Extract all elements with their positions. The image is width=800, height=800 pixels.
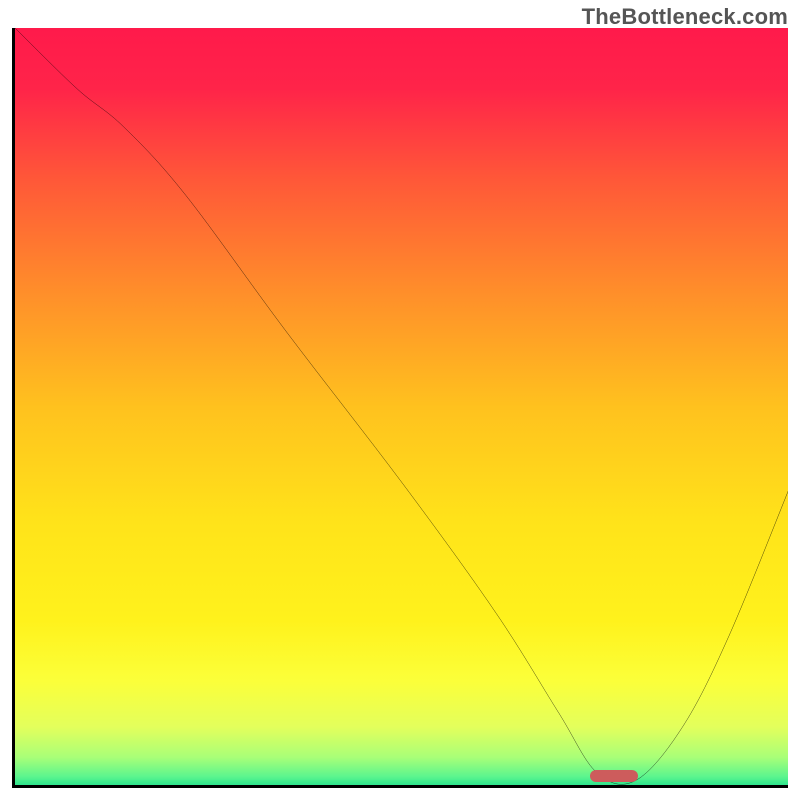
bottleneck-curve [15, 28, 788, 788]
plot-area [12, 28, 788, 788]
watermark-text: TheBottleneck.com [582, 4, 788, 30]
optimal-marker [590, 770, 638, 782]
